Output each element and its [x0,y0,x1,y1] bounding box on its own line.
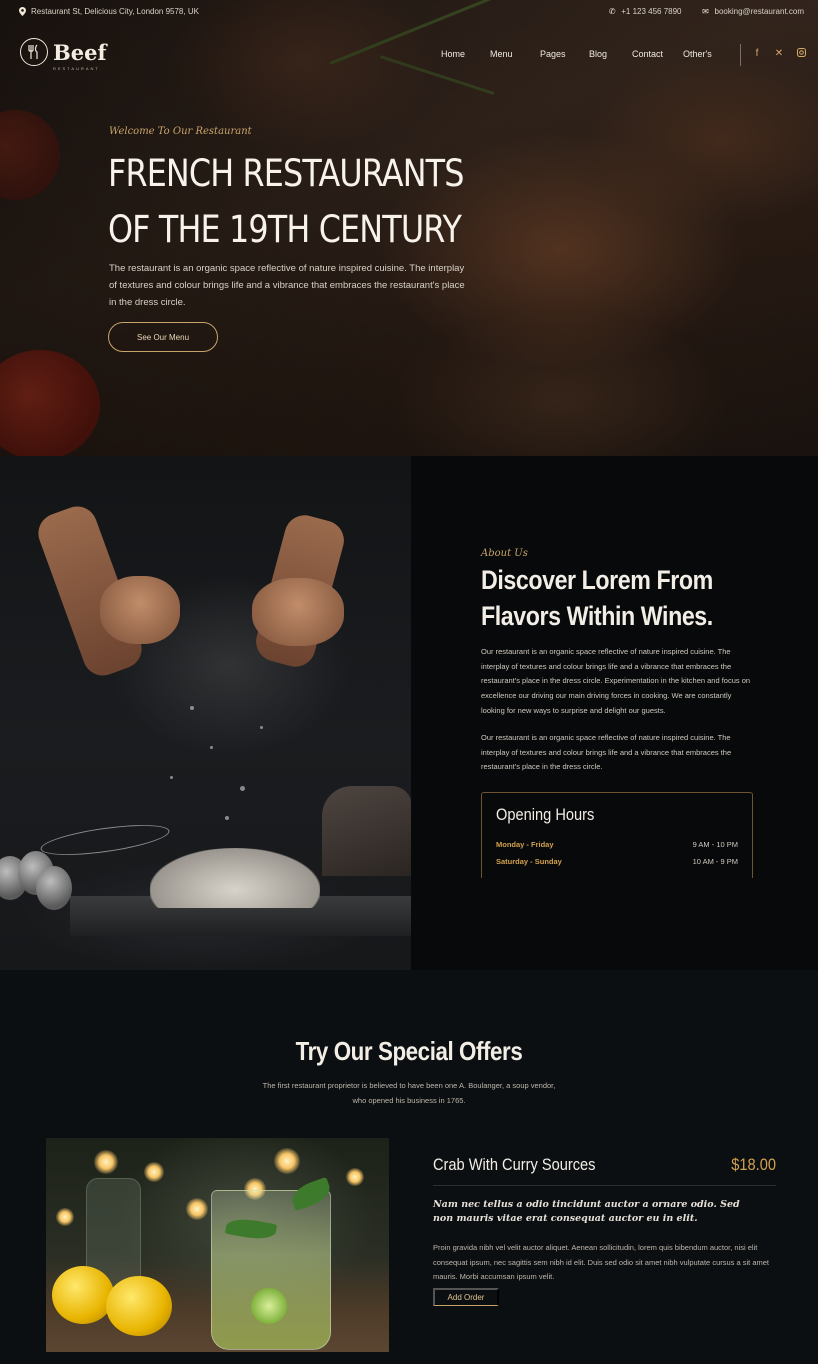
hours-time: 10 AM - 9 PM [692,857,738,866]
whisk [38,819,172,861]
facebook-icon[interactable]: f [752,48,762,60]
hours-row: Monday - Friday 9 AM - 10 PM [496,840,738,849]
x-icon[interactable]: ✕ [774,48,784,60]
phone-icon: ✆ [608,7,616,16]
offer-description: Proin gravida nibh vel velit auctor aliq… [433,1243,770,1281]
about-section: About Us Discover Lorem From Flavors Wit… [0,456,818,970]
hand [100,576,180,644]
flour-pile [150,848,320,908]
offers-title: Try Our Special Offers [295,1036,523,1066]
mail-icon: ✉ [702,7,709,16]
about-eyebrow: About Us [481,548,528,559]
offer-price: $18.00 [731,1155,776,1174]
hero-title-line-1: FRENCH RESTAURANTS [108,152,464,195]
brand-logo[interactable]: Beef RESTAURANT [20,38,107,71]
opening-hours-title: Opening Hours [496,805,595,824]
see-menu-button[interactable]: See Our Menu [108,322,218,352]
nav-item-blog[interactable]: Blog [589,49,632,59]
cocktail-glass [211,1190,331,1350]
offer-quote: Nam nec tellus a odio tincidunt auctor a… [433,1199,740,1224]
nav-item-others[interactable]: Other's [683,49,712,59]
email-link[interactable]: booking@restaurant.com [715,7,805,16]
baking-photo [0,456,411,970]
brand-name: Beef [53,39,107,65]
nav-item-menu[interactable]: Menu [490,49,540,59]
special-offers-section: Try Our Special Offers The first restaur… [0,970,818,1364]
hand [252,578,344,646]
cutlery-icon [20,38,48,66]
main-navigation: Home Menu Pages Blog Contact Other's [441,49,712,59]
top-info-bar: Restaurant St, Delicious City, London 95… [18,7,804,21]
about-paragraph-2: Our restaurant is an organic space refle… [481,733,732,772]
location-pin-icon [18,7,26,16]
hours-time: 9 AM - 10 PM [692,840,738,849]
hero-eyebrow: Welcome To Our Restaurant [109,126,252,137]
about-title-line-2: Flavors Within Wines. [481,601,713,631]
hero-section: Restaurant St, Delicious City, London 95… [0,0,818,456]
address-text: Restaurant St, Delicious City, London 95… [31,7,199,16]
offer-divider [433,1185,776,1186]
opening-hours-box: Opening Hours Monday - Friday 9 AM - 10 … [481,792,753,878]
hours-row: Saturday - Sunday 10 AM - 9 PM [496,857,738,866]
phone-link[interactable]: +1 123 456 7890 [621,7,681,16]
cocktail-photo [46,1138,389,1352]
hours-day: Saturday - Sunday [496,857,562,866]
hero-title: FRENCH RESTAURANTS OF THE 19TH CENTURY [108,146,464,258]
about-title: Discover Lorem From Flavors Within Wines… [481,562,713,634]
lemon [106,1276,172,1336]
nav-item-home[interactable]: Home [441,49,490,59]
about-title-line-1: Discover Lorem From [481,565,713,595]
social-links: f ✕ [752,48,806,60]
about-paragraph-1: Our restaurant is an organic space refle… [481,647,751,715]
hero-title-line-2: OF THE 19TH CENTURY [108,208,462,251]
instagram-icon[interactable] [796,48,806,60]
lemon [52,1266,114,1324]
nav-item-contact[interactable]: Contact [632,49,683,59]
hours-day: Monday - Friday [496,840,554,849]
add-order-button[interactable]: Add Order [433,1288,499,1306]
offer-name: Crab With Curry Sources [433,1155,596,1174]
nav-divider [740,44,741,66]
hero-description: The restaurant is an organic space refle… [109,263,465,308]
nav-item-pages[interactable]: Pages [540,49,589,59]
brand-tagline: RESTAURANT [53,66,100,71]
offers-subtitle: The first restaurant proprietor is belie… [262,1081,556,1105]
